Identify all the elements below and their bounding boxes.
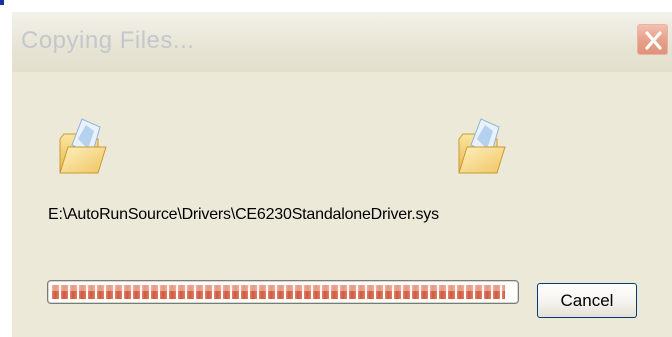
copy-files-dialog: Copying Files... E:\AutoRunSource\Driver…: [0, 0, 672, 337]
title-bar-accent: [0, 0, 4, 5]
current-file-path: E:\AutoRunSource\Drivers\CE6230Standalon…: [48, 206, 439, 223]
dialog-title: Copying Files...: [21, 27, 195, 54]
destination-folder-icon: [458, 118, 506, 174]
close-button[interactable]: [637, 24, 668, 55]
progress-bar-fill: [52, 285, 505, 299]
source-folder-icon: [59, 118, 107, 174]
close-icon: [645, 31, 662, 50]
copy-progress-bar: [47, 280, 519, 304]
title-bar[interactable]: Copying Files...: [0, 0, 672, 72]
cancel-button[interactable]: Cancel: [537, 283, 637, 318]
